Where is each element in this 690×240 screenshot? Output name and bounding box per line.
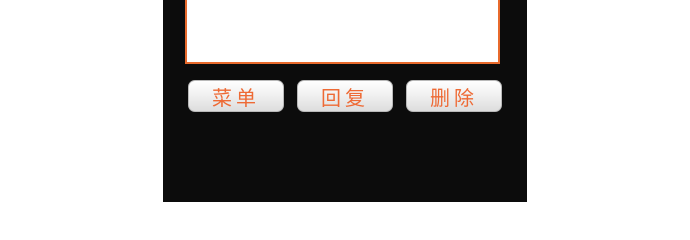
message-display-area <box>185 0 500 64</box>
phone-screen: 菜单 回复 删除 <box>163 0 527 202</box>
menu-softkey-button[interactable]: 菜单 <box>188 80 284 112</box>
page: 菜单 回复 删除 <box>0 0 690 238</box>
delete-softkey-button[interactable]: 删除 <box>406 80 502 112</box>
reply-softkey-button[interactable]: 回复 <box>297 80 393 112</box>
